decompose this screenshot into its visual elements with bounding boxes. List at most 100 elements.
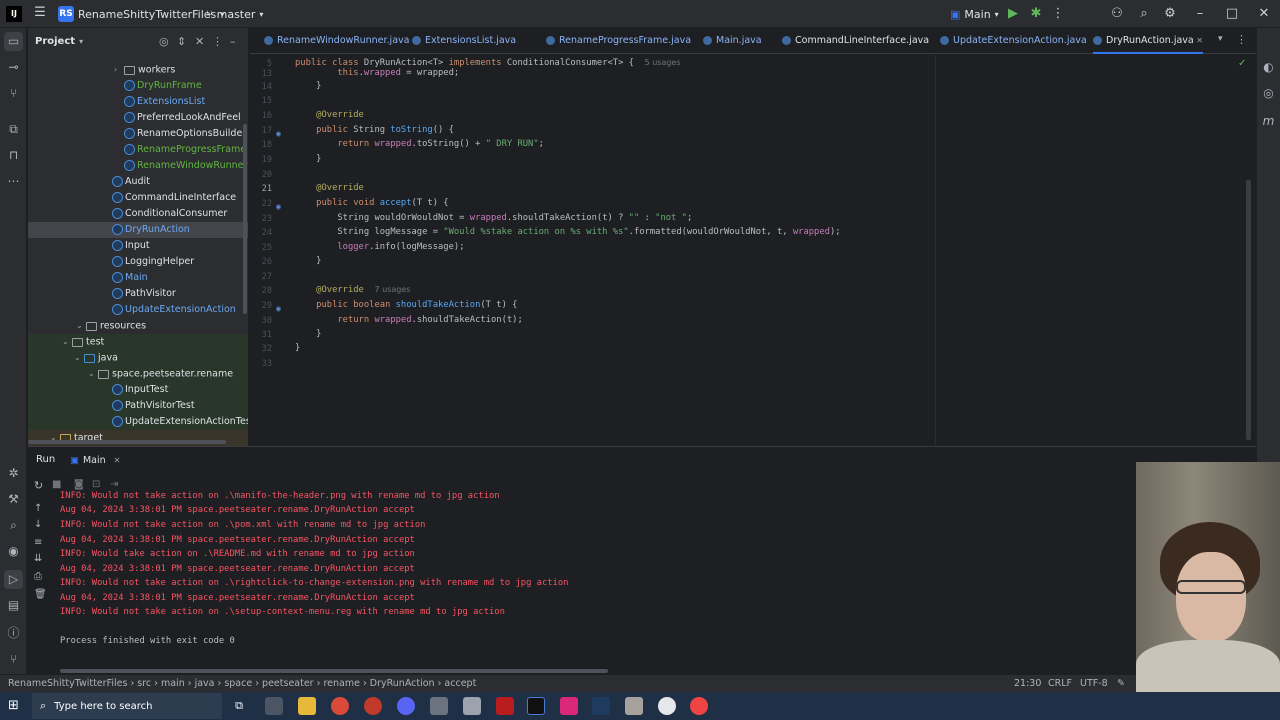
code-editor[interactable]: 5 public class DryRunAction<T> implements…: [250, 55, 1256, 445]
notifications-icon[interactable]: ◐: [1259, 58, 1278, 77]
expand-all-icon[interactable]: ⇕: [177, 35, 186, 48]
more-tools-icon[interactable]: ⋯: [4, 172, 23, 191]
console-hscrollbar[interactable]: [60, 669, 608, 673]
scroll-down-icon[interactable]: ↓: [34, 519, 42, 530]
services-icon[interactable]: ✲: [4, 464, 23, 483]
breadcrumb-item[interactable]: main: [161, 678, 185, 689]
horizontal-scrollbar[interactable]: [28, 440, 226, 444]
tree-item[interactable]: ConditionalConsumer: [28, 206, 248, 222]
project-panel-title[interactable]: Project: [35, 36, 75, 47]
editor-tab[interactable]: ExtensionsList.java: [412, 28, 516, 54]
line-separator[interactable]: CRLF: [1048, 675, 1072, 692]
more-actions-icon[interactable]: ⋮: [1050, 6, 1066, 22]
code-line[interactable]: }: [295, 329, 321, 339]
app-rec-icon[interactable]: [690, 697, 708, 715]
editor-tab[interactable]: DryRunAction.java ✕: [1093, 28, 1203, 54]
app-circle-icon[interactable]: [658, 697, 676, 715]
override-icon[interactable]: ◉: [276, 304, 281, 313]
tree-item[interactable]: InputTest: [28, 382, 248, 398]
code-line[interactable]: this.wrapped = wrapped;: [295, 68, 459, 78]
maven-icon[interactable]: m: [1259, 112, 1278, 131]
minimize-icon[interactable]: –: [1192, 6, 1208, 22]
tree-item[interactable]: UpdateExtensionAction: [28, 302, 248, 318]
tree-item[interactable]: DryRunFrame: [28, 78, 248, 94]
restore-layout-icon[interactable]: ⊡: [92, 479, 100, 490]
app-paint-icon[interactable]: [625, 697, 643, 715]
code-line[interactable]: }: [295, 343, 300, 353]
code-line[interactable]: @Override 7 usages: [295, 285, 410, 295]
git-icon[interactable]: ⑂: [4, 650, 23, 669]
code-line[interactable]: logger.info(logMessage);: [295, 242, 464, 252]
obs-icon[interactable]: [496, 697, 514, 715]
search-icon[interactable]: ⌕: [1136, 6, 1152, 22]
tree-item[interactable]: ⌄ test: [28, 334, 248, 350]
tree-item[interactable]: Audit: [28, 174, 248, 190]
editor-tab[interactable]: RenameWindowRunner.java: [264, 28, 409, 54]
breadcrumb-item[interactable]: RenameShittyTwitterFiles: [8, 678, 127, 689]
editor-tab[interactable]: UpdateExtensionAction.java: [940, 28, 1087, 54]
breadcrumb-item[interactable]: space: [224, 678, 252, 689]
code-line[interactable]: @Override: [295, 183, 364, 193]
print-icon[interactable]: ⎙: [34, 571, 42, 582]
debug-tool-icon[interactable]: ◉: [4, 542, 23, 561]
app-gray-icon[interactable]: [430, 697, 448, 715]
app-board-icon[interactable]: [463, 697, 481, 715]
branch-switcher[interactable]: ⑂ master ▾: [206, 5, 263, 23]
run-tab-main[interactable]: ▣ Main ✕: [70, 452, 120, 468]
rerun-icon[interactable]: ↻: [34, 479, 43, 492]
stop-icon[interactable]: ■: [52, 479, 61, 490]
problems-icon[interactable]: ⓘ: [4, 624, 23, 643]
windows-start-icon[interactable]: ⊞: [8, 698, 24, 714]
soft-wrap-icon[interactable]: ≡: [34, 537, 42, 548]
tree-scrollbar[interactable]: [243, 124, 247, 314]
code-line[interactable]: public class DryRunAction<T> implements …: [295, 58, 681, 68]
app-red-icon[interactable]: [364, 697, 382, 715]
breadcrumb-item[interactable]: rename: [323, 678, 359, 689]
run-tool-icon[interactable]: ▷: [4, 570, 23, 589]
scroll-to-end-icon[interactable]: ⇊: [34, 553, 42, 564]
override-icon[interactable]: ◉: [276, 129, 281, 138]
tree-item[interactable]: UpdateExtensionActionTest: [28, 414, 248, 430]
build-icon[interactable]: ⚒: [4, 490, 23, 509]
chevron-right-icon[interactable]: ›: [114, 62, 124, 78]
code-line[interactable]: public void accept(T t) {: [295, 198, 448, 208]
bookmarks-icon[interactable]: ⊓: [4, 146, 23, 165]
file-explorer-icon[interactable]: [298, 697, 316, 715]
pull-requests-icon[interactable]: ⑂: [4, 84, 23, 103]
code-line[interactable]: }: [295, 256, 321, 266]
code-line[interactable]: public boolean shouldTakeAction(T t) {: [295, 300, 517, 310]
code-line[interactable]: String logMessage = "Would %stake action…: [295, 227, 840, 237]
maximize-icon[interactable]: □: [1224, 6, 1240, 22]
readonly-toggle-icon[interactable]: ✎: [1117, 675, 1125, 692]
discord-icon[interactable]: [397, 697, 415, 715]
scroll-up-icon[interactable]: ↑: [34, 503, 42, 514]
close-tab-icon[interactable]: ✕: [114, 456, 121, 465]
settings-gear-icon[interactable]: ⚙: [1162, 6, 1178, 22]
debug-icon[interactable]: ✱: [1028, 6, 1044, 22]
tree-item[interactable]: DryRunAction: [28, 222, 248, 238]
run-panel-title[interactable]: Run: [36, 454, 55, 465]
find-icon[interactable]: ⌕: [4, 516, 23, 535]
chevron-down-icon[interactable]: ▾: [79, 37, 83, 46]
chevron-down-icon[interactable]: ⌄: [76, 318, 86, 334]
chevron-down-icon[interactable]: ⌄: [74, 350, 84, 366]
tree-item[interactable]: › workers: [28, 62, 248, 78]
steam-icon[interactable]: [592, 697, 610, 715]
editor-tab[interactable]: CommandLineInterface.java: [782, 28, 929, 54]
code-line[interactable]: return wrapped.toString() + " DRY RUN";: [295, 139, 544, 149]
clear-all-icon[interactable]: 🗑: [34, 589, 47, 600]
commit-icon[interactable]: ⊸: [4, 58, 23, 77]
close-icon[interactable]: ✕: [1256, 6, 1272, 22]
terminal-icon[interactable]: ▤: [4, 596, 23, 615]
tree-item[interactable]: ⌄ java: [28, 350, 248, 366]
chevron-down-icon[interactable]: ⌄: [62, 334, 72, 350]
hide-panel-icon[interactable]: –: [230, 35, 236, 48]
main-menu-icon[interactable]: ☰: [32, 5, 48, 21]
breadcrumb-item[interactable]: DryRunAction: [370, 678, 435, 689]
caret-position[interactable]: 21:30: [1014, 675, 1041, 692]
breadcrumb-item[interactable]: java: [195, 678, 215, 689]
editor-tab[interactable]: RenameProgressFrame.java: [546, 28, 691, 54]
tree-item[interactable]: PathVisitor: [28, 286, 248, 302]
implements-icon[interactable]: ◉: [276, 202, 281, 211]
project-switcher[interactable]: RS RenameShittyTwitterFiles ▾: [58, 5, 224, 23]
